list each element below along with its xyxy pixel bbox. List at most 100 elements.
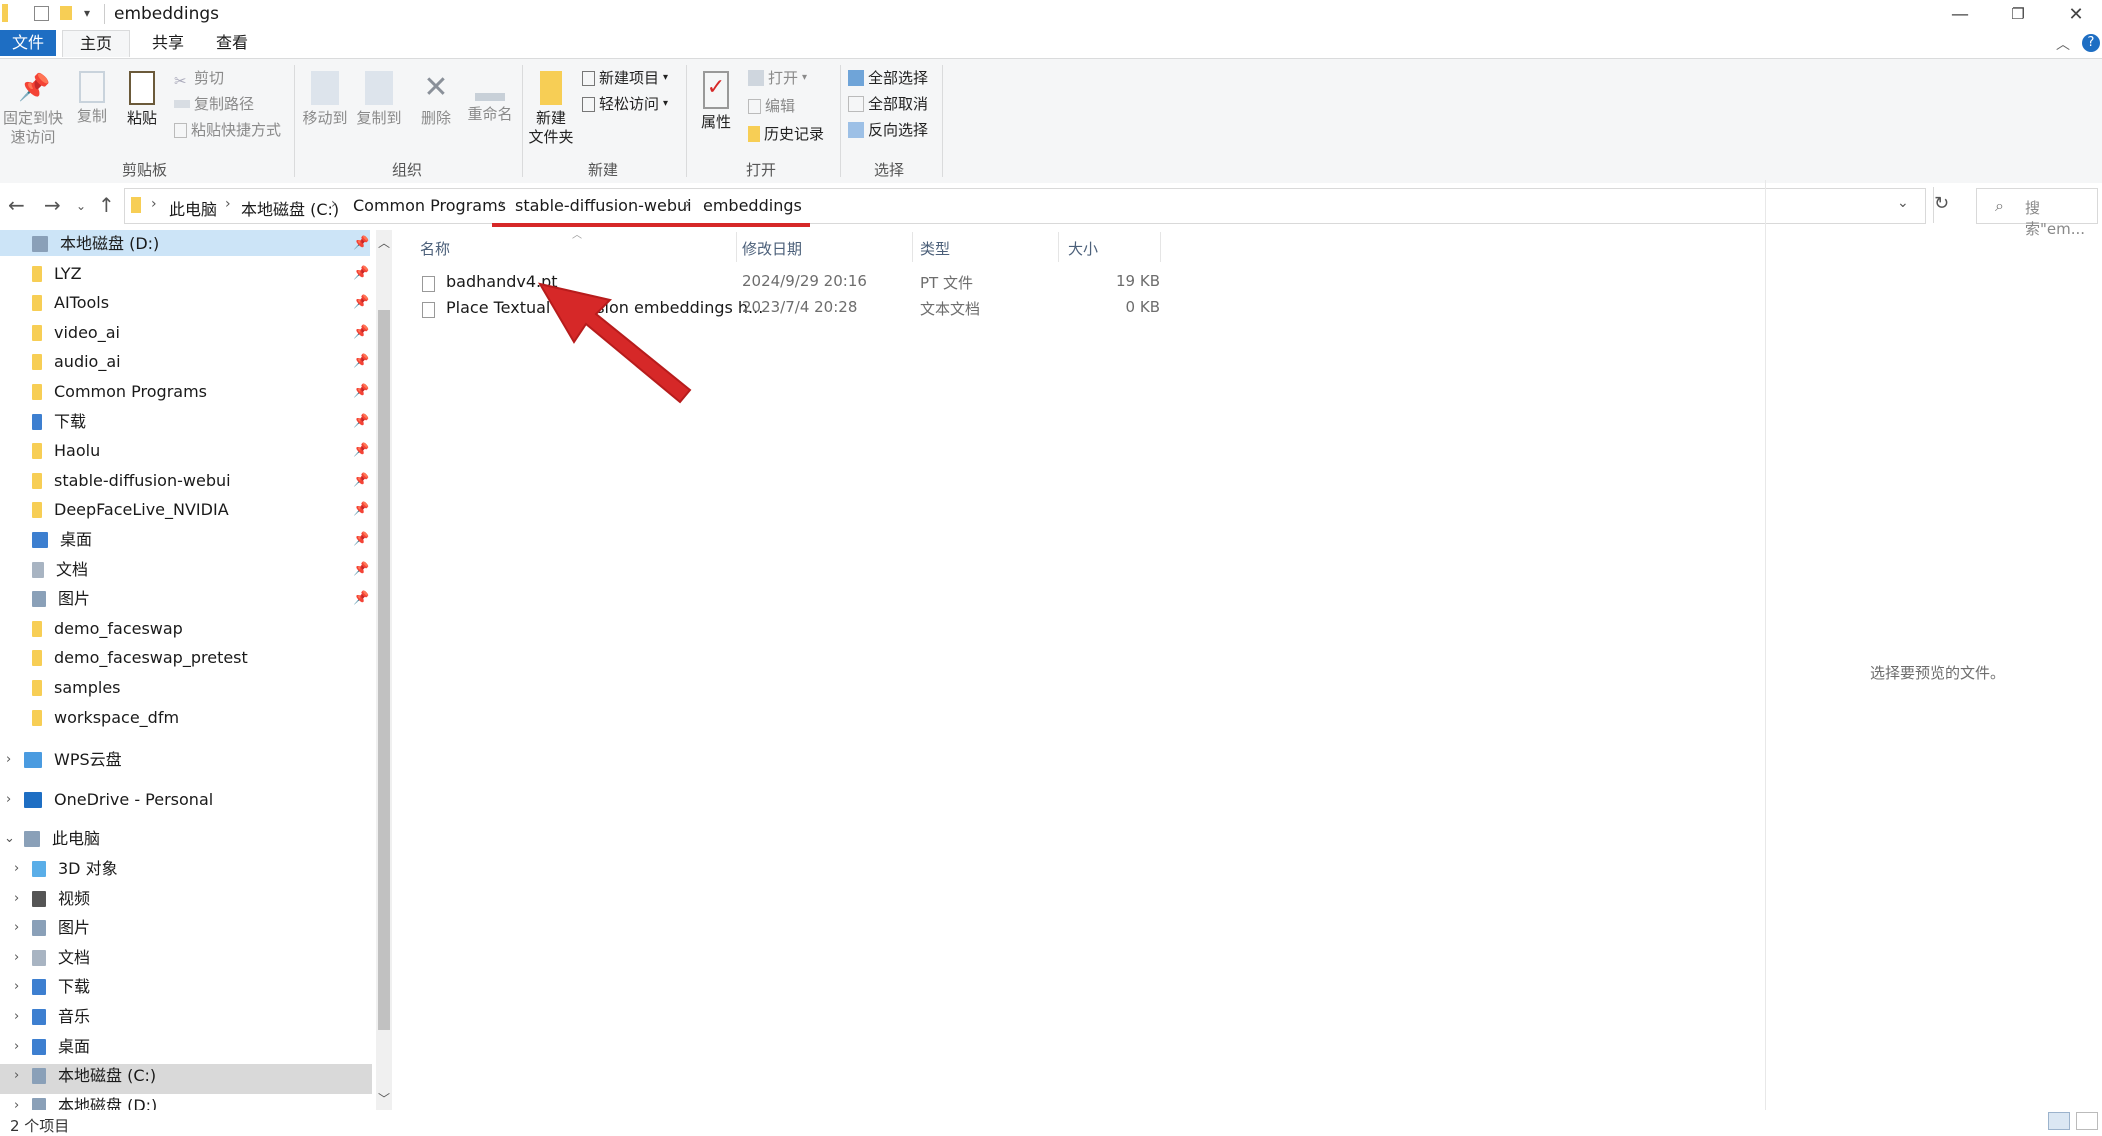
refresh-icon[interactable]: ↻ bbox=[1934, 193, 1949, 214]
scroll-up-icon[interactable]: ︿ bbox=[378, 234, 390, 251]
breadcrumb-this-pc[interactable]: 此电脑 bbox=[169, 196, 217, 220]
paste-shortcut-button[interactable]: 粘贴快捷方式 bbox=[174, 119, 281, 141]
pin-icon[interactable]: 📌 bbox=[353, 266, 369, 281]
column-header-name[interactable]: 名称 bbox=[420, 238, 450, 259]
select-none-button[interactable]: 全部取消 bbox=[848, 93, 928, 115]
search-box[interactable]: ⌕ 搜索"em... bbox=[1976, 188, 2098, 238]
large-icons-view-icon[interactable] bbox=[2076, 1112, 2098, 1130]
edit-button[interactable]: 编辑 bbox=[748, 95, 795, 117]
forward-arrow-icon[interactable]: → bbox=[44, 193, 61, 217]
nav-item-quick-access[interactable]: 下载 bbox=[32, 408, 86, 436]
copy-path-button[interactable]: 复制路径 bbox=[174, 93, 254, 115]
expand-chevron-right-icon[interactable]: › bbox=[14, 979, 19, 994]
nav-item-this-pc[interactable]: 此电脑 bbox=[24, 825, 100, 853]
column-separator[interactable] bbox=[1058, 232, 1059, 262]
customize-quick-access-icon[interactable]: ▾ bbox=[84, 6, 100, 24]
new-folder-button[interactable]: 新建 文件夹 bbox=[526, 71, 576, 147]
up-arrow-icon[interactable]: ↑ bbox=[98, 193, 115, 217]
new-item-button[interactable]: 新建项目 ▾ bbox=[582, 67, 668, 89]
nav-item-wps-cloud[interactable]: WPS云盘 bbox=[24, 746, 122, 774]
nav-item-quick-access[interactable]: 桌面 bbox=[32, 526, 92, 554]
nav-item-this-pc-child[interactable]: 文档 bbox=[32, 944, 90, 972]
breadcrumb-embeddings[interactable]: embeddings bbox=[703, 196, 802, 215]
nav-item-quick-access[interactable]: demo_faceswap bbox=[32, 615, 183, 643]
nav-item-quick-access[interactable]: 文档 bbox=[32, 556, 88, 584]
pin-quick-access-button[interactable]: 📌 固定到快 速访问 bbox=[2, 71, 64, 147]
pin-icon[interactable]: 📌 bbox=[353, 325, 369, 340]
expand-chevron-right-icon[interactable]: › bbox=[14, 891, 19, 906]
recent-locations-chevron-icon[interactable]: ⌄ bbox=[76, 199, 86, 213]
nav-item-quick-access[interactable]: workspace_dfm bbox=[32, 704, 179, 732]
expand-chevron-right-icon[interactable]: › bbox=[14, 1009, 19, 1024]
pin-icon[interactable]: 📌 bbox=[353, 354, 369, 369]
column-header-size[interactable]: 大小 bbox=[1068, 238, 1098, 259]
open-button[interactable]: 打开 ▾ bbox=[748, 67, 807, 89]
expand-chevron-right-icon[interactable]: › bbox=[14, 861, 19, 876]
nav-item-quick-access[interactable]: Common Programs bbox=[32, 378, 207, 406]
scrollbar-thumb[interactable] bbox=[378, 310, 390, 1030]
cut-button[interactable]: ✂ 剪切 bbox=[174, 67, 224, 90]
pin-icon[interactable]: 📌 bbox=[353, 562, 369, 577]
copy-button[interactable]: 复制 bbox=[72, 71, 112, 126]
address-bar[interactable]: › 此电脑 › 本地磁盘 (C:) › Common Programs › st… bbox=[124, 187, 1934, 224]
nav-item-onedrive[interactable]: OneDrive - Personal bbox=[24, 786, 213, 814]
expand-chevron-right-icon[interactable]: › bbox=[14, 920, 19, 935]
column-separator[interactable] bbox=[912, 232, 913, 262]
new-folder-quick-icon[interactable] bbox=[60, 6, 72, 20]
breadcrumb-common-programs[interactable]: Common Programs bbox=[353, 196, 506, 215]
delete-button[interactable]: ✕ 删除 bbox=[414, 71, 458, 128]
nav-item-quick-access[interactable]: LYZ bbox=[32, 260, 82, 288]
collapse-ribbon-icon[interactable]: ︿ bbox=[2056, 34, 2070, 54]
expand-chevron-right-icon[interactable]: › bbox=[14, 1039, 19, 1054]
help-icon[interactable]: ? bbox=[2082, 34, 2100, 52]
expand-chevron-right-icon[interactable]: › bbox=[14, 950, 19, 965]
restore-button[interactable]: ❐ bbox=[1988, 0, 2048, 28]
scroll-down-icon[interactable]: ﹀ bbox=[378, 1090, 390, 1107]
minimize-button[interactable]: — bbox=[1930, 0, 1990, 28]
pin-icon[interactable]: 📌 bbox=[353, 236, 369, 251]
close-button[interactable]: ✕ bbox=[2046, 0, 2102, 28]
column-header-date[interactable]: 修改日期 bbox=[742, 238, 802, 259]
details-view-icon[interactable] bbox=[2048, 1112, 2070, 1130]
pin-icon[interactable]: 📌 bbox=[353, 532, 369, 547]
nav-item-quick-access[interactable]: demo_faceswap_pretest bbox=[32, 644, 248, 672]
nav-item-this-pc-child[interactable]: 下载 bbox=[32, 973, 90, 1001]
properties-quick-icon[interactable] bbox=[34, 6, 49, 21]
pin-icon[interactable]: 📌 bbox=[353, 384, 369, 399]
nav-item-this-pc-child[interactable]: 本地磁盘 (D:) bbox=[32, 1092, 157, 1110]
invert-selection-button[interactable]: 反向选择 bbox=[848, 119, 928, 141]
breadcrumb-drive-c[interactable]: 本地磁盘 (C:) bbox=[241, 196, 339, 220]
paste-button[interactable]: 粘贴 bbox=[122, 71, 162, 128]
expand-chevron-right-icon[interactable]: › bbox=[14, 1098, 19, 1110]
back-arrow-icon[interactable]: ← bbox=[8, 193, 25, 217]
tab-home[interactable]: 主页 bbox=[62, 30, 130, 57]
nav-item-quick-access[interactable]: Haolu bbox=[32, 437, 100, 465]
nav-item-this-pc-child[interactable]: 3D 对象 bbox=[32, 855, 118, 883]
copy-to-button[interactable]: 复制到 bbox=[354, 71, 404, 128]
properties-button[interactable]: ✓ 属性 bbox=[692, 71, 740, 132]
tab-file[interactable]: 文件 bbox=[0, 30, 56, 56]
nav-item-this-pc-child[interactable]: 桌面 bbox=[32, 1033, 90, 1061]
pin-icon[interactable]: 📌 bbox=[353, 473, 369, 488]
rename-button[interactable]: 重命名 bbox=[464, 71, 516, 124]
nav-item-quick-access[interactable]: audio_ai bbox=[32, 348, 121, 376]
tab-share[interactable]: 共享 bbox=[138, 30, 198, 56]
nav-item-this-pc-child[interactable]: 视频 bbox=[32, 885, 90, 913]
nav-item-this-pc-child[interactable]: 图片 bbox=[32, 914, 90, 942]
nav-item-quick-access[interactable]: samples bbox=[32, 674, 121, 702]
expand-chevron-right-icon[interactable]: › bbox=[6, 792, 11, 807]
nav-item-quick-access[interactable]: stable-diffusion-webui bbox=[32, 467, 231, 495]
history-button[interactable]: 历史记录 bbox=[748, 123, 824, 145]
expand-chevron-right-icon[interactable]: › bbox=[6, 752, 11, 767]
move-to-button[interactable]: 移动到 bbox=[300, 71, 350, 128]
pin-icon[interactable]: 📌 bbox=[353, 591, 369, 606]
nav-item-quick-access[interactable]: AITools bbox=[32, 289, 109, 317]
expand-chevron-down-icon[interactable]: ⌄ bbox=[4, 831, 15, 846]
nav-item-quick-access[interactable]: video_ai bbox=[32, 319, 120, 347]
tab-view[interactable]: 查看 bbox=[200, 30, 264, 56]
column-header-type[interactable]: 类型 bbox=[920, 238, 950, 259]
nav-item-this-pc-child[interactable]: 本地磁盘 (C:) bbox=[32, 1062, 156, 1090]
nav-item-quick-access[interactable]: 图片 bbox=[32, 585, 90, 613]
pin-icon[interactable]: 📌 bbox=[353, 502, 369, 517]
breadcrumb-stable-diffusion-webui[interactable]: stable-diffusion-webui bbox=[515, 196, 692, 215]
